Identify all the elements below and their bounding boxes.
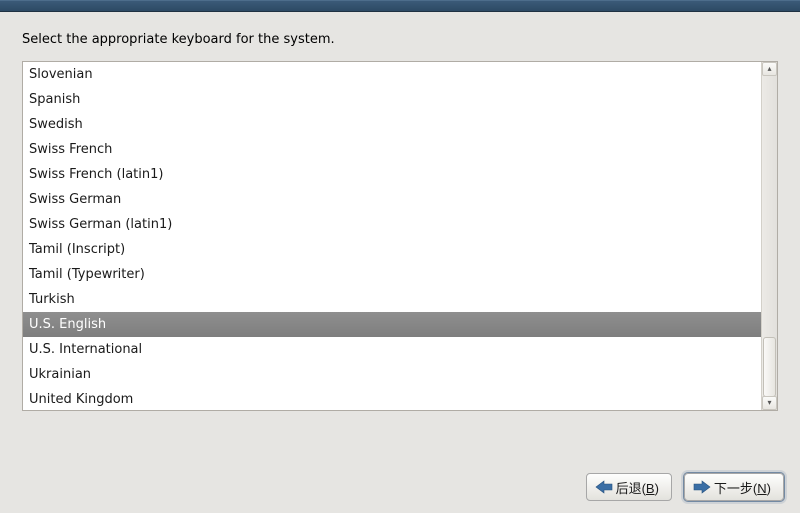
keyboard-option[interactable]: U.S. English	[23, 312, 761, 337]
keyboard-option[interactable]: Tamil (Inscript)	[23, 237, 761, 262]
keyboard-option[interactable]: Spanish	[23, 87, 761, 112]
window-title-bar	[0, 0, 800, 12]
arrow-left-icon	[595, 480, 613, 494]
next-button-label: 下一步(N)	[714, 478, 771, 497]
scrollbar[interactable]: ▴ ▾	[761, 62, 777, 410]
keyboard-option[interactable]: U.S. International	[23, 337, 761, 362]
keyboard-option[interactable]: Swiss French (latin1)	[23, 162, 761, 187]
arrow-right-icon	[693, 480, 711, 494]
keyboard-option[interactable]: Swiss German	[23, 187, 761, 212]
instruction-label: Select the appropriate keyboard for the …	[22, 32, 778, 47]
back-button[interactable]: 后退(B)	[586, 473, 672, 501]
scroll-down-button[interactable]: ▾	[762, 396, 777, 410]
keyboard-option[interactable]: Turkish	[23, 287, 761, 312]
back-button-label: 后退(B)	[616, 478, 659, 497]
footer-buttons: 后退(B) 下一步(N)	[586, 473, 784, 501]
main-content: Select the appropriate keyboard for the …	[0, 12, 800, 421]
keyboard-option[interactable]: Swiss German (latin1)	[23, 212, 761, 237]
keyboard-list-inner: SlovenianSpanishSwedishSwiss FrenchSwiss…	[23, 62, 761, 410]
keyboard-option[interactable]: Slovenian	[23, 62, 761, 87]
keyboard-option[interactable]: Swedish	[23, 112, 761, 137]
scroll-thumb[interactable]	[763, 337, 776, 397]
keyboard-listbox[interactable]: SlovenianSpanishSwedishSwiss FrenchSwiss…	[22, 61, 778, 411]
keyboard-option[interactable]: Tamil (Typewriter)	[23, 262, 761, 287]
keyboard-option[interactable]: Ukrainian	[23, 362, 761, 387]
next-button[interactable]: 下一步(N)	[684, 473, 784, 501]
keyboard-option[interactable]: United Kingdom	[23, 387, 761, 410]
keyboard-option[interactable]: Swiss French	[23, 137, 761, 162]
scroll-up-button[interactable]: ▴	[762, 62, 777, 76]
